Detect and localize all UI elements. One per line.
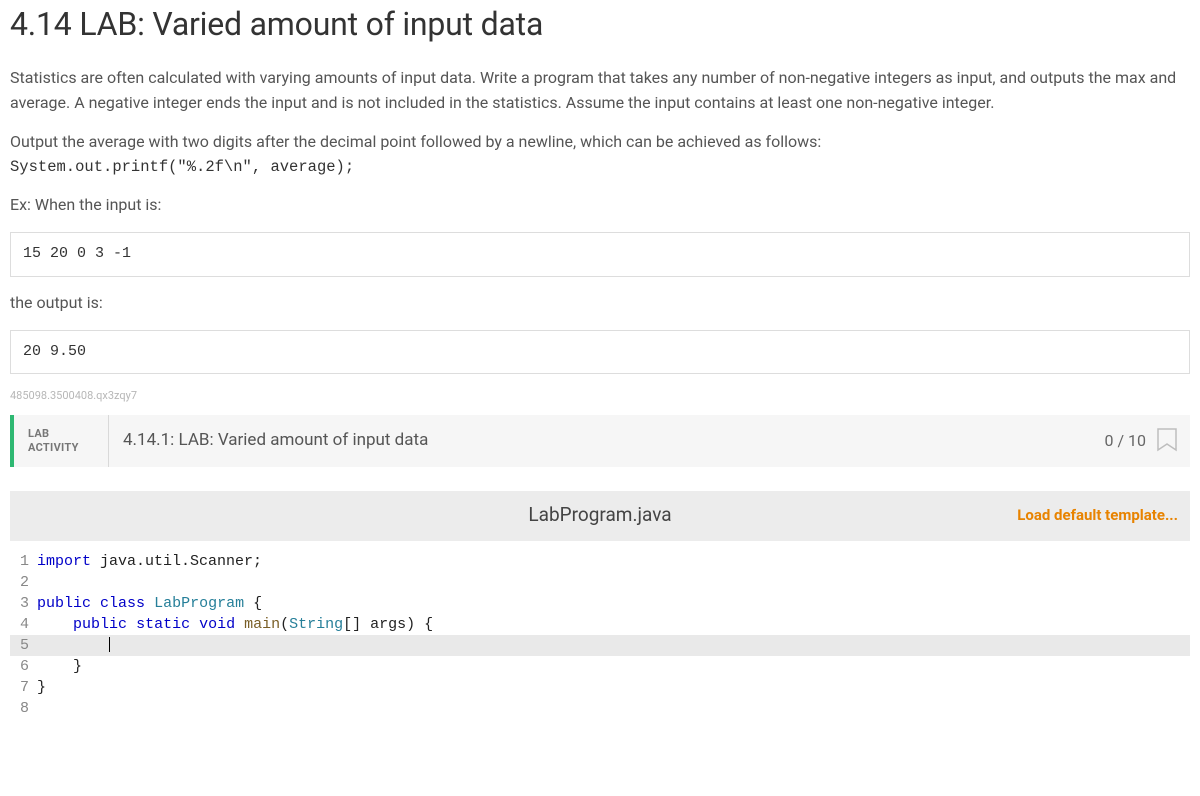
bookmark-icon[interactable] xyxy=(1156,428,1178,454)
activity-header: LAB ACTIVITY 4.14.1: LAB: Varied amount … xyxy=(10,415,1190,467)
code-line-3: public class LabProgram { xyxy=(37,595,262,612)
activity-type-line1: LAB xyxy=(28,427,49,440)
page-title: 4.14 LAB: Varied amount of input data xyxy=(10,0,1190,48)
format-text: Output the average with two digits after… xyxy=(10,132,821,151)
activity-score: 0 / 10 xyxy=(1104,415,1190,467)
code-line-2 xyxy=(37,574,46,591)
editor-toolbar: LabProgram.java Load default template... xyxy=(10,491,1190,541)
example-output-box: 20 9.50 xyxy=(10,330,1190,375)
line-gutter: 1 2 3 4 56 7 8 xyxy=(10,551,37,719)
activity-title: 4.14.1: LAB: Varied amount of input data xyxy=(109,415,1104,467)
activity-type-line2: ACTIVITY xyxy=(28,441,79,454)
paragraph-intro: Statistics are often calculated with var… xyxy=(10,66,1190,116)
example-intro: Ex: When the input is: xyxy=(10,193,1190,218)
code-editor[interactable]: 1 2 3 4 56 7 8 import java.util.Scanner;… xyxy=(10,541,1190,719)
score-text: 0 / 10 xyxy=(1104,429,1146,453)
code-line-4: public static void main(String[] args) { xyxy=(37,616,433,633)
code-line-7: } xyxy=(37,679,46,696)
printf-code: System.out.printf("%.2f\n", average); xyxy=(10,158,354,176)
paragraph-format: Output the average with two digits after… xyxy=(10,130,1190,180)
code-line-8 xyxy=(37,700,46,717)
filename-label: LabProgram.java xyxy=(528,501,671,530)
code-line-5 xyxy=(37,635,1190,656)
output-label: the output is: xyxy=(10,291,1190,316)
watermark-id: 485098.3500408.qx3zqy7 xyxy=(10,388,1190,405)
activity-type-badge: LAB ACTIVITY xyxy=(14,415,109,467)
example-input-box: 15 20 0 3 -1 xyxy=(10,232,1190,277)
code-line-6: } xyxy=(37,658,82,675)
text-cursor xyxy=(109,637,110,652)
code-line-1: import java.util.Scanner; xyxy=(37,553,262,570)
load-default-template-button[interactable]: Load default template... xyxy=(1017,504,1178,527)
code-content[interactable]: import java.util.Scanner; public class L… xyxy=(37,551,1190,719)
